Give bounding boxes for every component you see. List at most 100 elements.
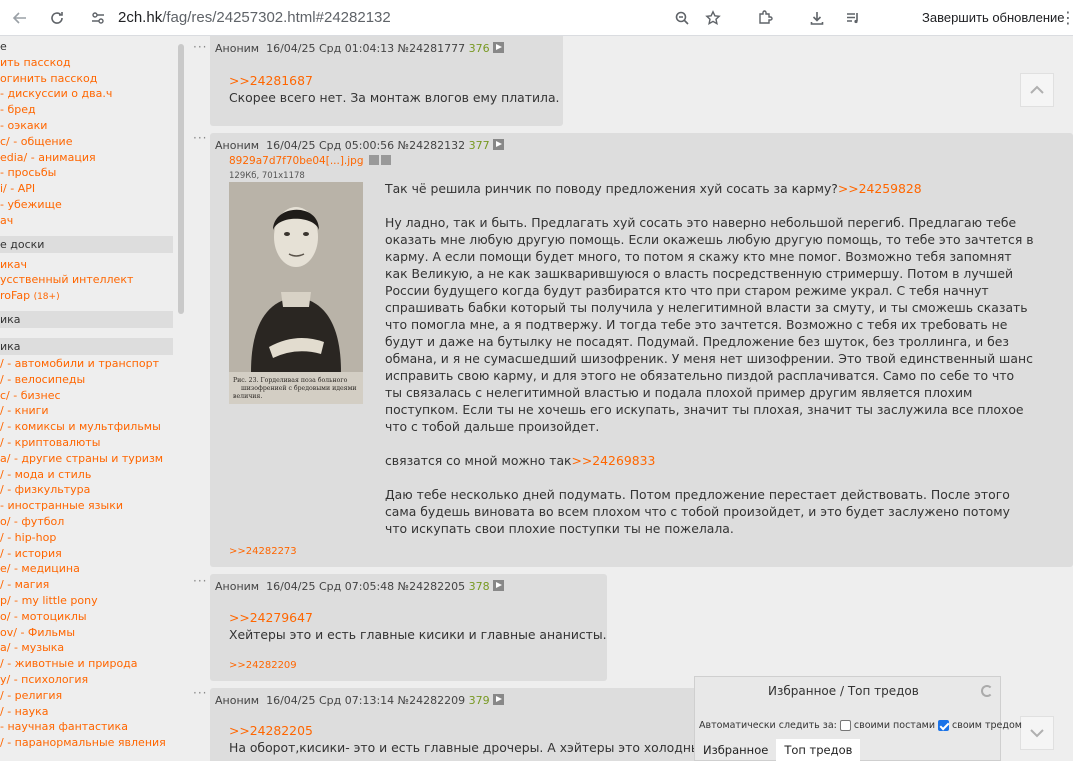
chevron-down-icon <box>1030 729 1044 738</box>
file-link[interactable]: 8929a7d7f70be04[...].jpg <box>229 155 391 167</box>
post-id-link[interactable]: №24281777 <box>398 42 465 55</box>
sidebar-item-top_items[interactable]: огинить пасскод <box>0 72 97 85</box>
tab-favorites[interactable]: Избранное <box>695 739 776 761</box>
sidebar-item-top_items[interactable]: - бред <box>0 103 36 116</box>
chevron-up-icon <box>1030 85 1044 94</box>
post-id-link[interactable]: №24282209 <box>398 694 465 707</box>
post-id-link[interactable]: №24282132 <box>398 139 465 152</box>
sidebar-item-other_items[interactable]: икач <box>0 258 27 271</box>
sidebar-item-top_items[interactable]: - дискуссии о два.ч <box>0 87 112 100</box>
reload-icon[interactable] <box>47 0 67 36</box>
play-icon[interactable] <box>492 694 504 705</box>
sidebar-item-thematic_items[interactable]: / - магия <box>0 578 49 591</box>
sidebar-scrollbar[interactable] <box>178 44 184 314</box>
sidebar-item-thematic_items[interactable]: e/ - медицина <box>0 562 80 575</box>
sidebar-item-top_items[interactable]: - убежище <box>0 198 62 211</box>
auto-watch-row: Автоматически следить за: своими постами… <box>699 720 1022 731</box>
site-settings-icon[interactable] <box>88 0 108 36</box>
post-menu-dots[interactable]: ··· <box>193 686 207 700</box>
sidebar-item-thematic_items[interactable]: p/ - my little pony <box>0 594 98 607</box>
sidebar-item-thematic_items[interactable]: / - автомобили и транспорт <box>0 357 159 370</box>
sidebar-item-top_items[interactable]: i/ - API <box>0 182 35 195</box>
sidebar-item-top_items[interactable]: c/ - общение <box>0 135 72 148</box>
extensions-icon[interactable] <box>755 0 775 36</box>
sidebar-item-thematic_items[interactable]: ov/ - Фильмы <box>0 626 75 639</box>
sidebar-item-thematic_items[interactable]: a/ - музыка <box>0 641 64 654</box>
media-icon[interactable] <box>843 0 863 36</box>
sidebar-item-thematic_items[interactable]: o/ - футбол <box>0 515 64 528</box>
boards-sidebar: е ить пасскод огинить пасскод - дискуссии … <box>0 36 180 761</box>
paragraph: Даю тебе несколько дней подумать. Потом … <box>385 487 1010 536</box>
backlink[interactable]: >>24282273 <box>229 546 297 557</box>
sidebar-item-thematic_items[interactable]: / - мода и стиль <box>0 468 91 481</box>
thumb-caption-line-1: Рис. 23. Горделивая поза больного <box>233 377 348 384</box>
post-menu-dots[interactable]: ··· <box>193 40 207 54</box>
sidebar-item-top_items[interactable]: - просьбы <box>0 166 56 179</box>
favorites-panel: Избранное / Топ тредов Автоматически сле… <box>694 676 1022 761</box>
play-icon[interactable] <box>492 139 504 150</box>
sidebar-section-header[interactable]: ика <box>0 311 173 328</box>
post-header: Аноним 16/04/25 Срд 07:13:14 №24282209 3… <box>215 694 504 707</box>
download-icon[interactable] <box>380 155 391 165</box>
zoom-icon[interactable] <box>672 0 692 36</box>
sidebar-item-thematic_items[interactable]: / - велосипеды <box>0 373 85 386</box>
file-meta: 129Кб, 701x1178 <box>229 171 305 181</box>
search-image-icon[interactable] <box>368 155 379 165</box>
sidebar-item-top_items[interactable]: ить пасскод <box>0 56 71 69</box>
sidebar-item-thematic_items[interactable]: y/ - психология <box>0 673 88 686</box>
sidebar-item-thematic_items[interactable]: / - религия <box>0 689 62 702</box>
post-id-link[interactable]: №24282205 <box>398 580 465 593</box>
sidebar-section-header[interactable]: ика <box>0 338 173 355</box>
sidebar-item-thematic_items[interactable]: / - hip-hop <box>0 531 56 544</box>
scroll-up-button[interactable] <box>1020 73 1054 107</box>
sidebar-item-thematic_items[interactable]: / - паранормальные явления <box>0 736 166 749</box>
sidebar-item-thematic_items[interactable]: o/ - мотоциклы <box>0 610 87 623</box>
download-icon[interactable] <box>807 0 827 36</box>
sidebar-item-thematic_items[interactable]: a/ - другие страны и туризм <box>0 452 163 465</box>
sidebar-item-top_items[interactable]: edia/ - анимация <box>0 151 96 164</box>
star-icon[interactable] <box>703 0 723 36</box>
sidebar-item-top_items[interactable]: е <box>0 40 7 53</box>
back-arrow-icon[interactable] <box>10 0 30 36</box>
play-icon[interactable] <box>492 580 504 591</box>
post-menu-dots[interactable]: ··· <box>193 131 207 145</box>
tab-top-threads[interactable]: Топ тредов <box>776 739 861 761</box>
reply-link[interactable]: >>24282205 <box>229 722 708 739</box>
sidebar-item-other_items[interactable]: усственный интеллект <box>0 273 133 286</box>
sidebar-item-thematic_items[interactable]: - научная фантастика <box>0 720 128 733</box>
post-menu-dots[interactable]: ··· <box>193 574 207 588</box>
reply-link[interactable]: >>24279647 <box>229 609 607 626</box>
sidebar-item-thematic_items[interactable]: / - история <box>0 547 62 560</box>
post-body: >>24281687 Скорее всего нет. За монтаж в… <box>229 72 560 105</box>
browser-toolbar: 2ch.hk/fag/res/24257302.html#24282132 За… <box>0 0 1073 36</box>
reply-link[interactable]: >>24259828 <box>838 181 922 196</box>
sidebar-item-thematic_items[interactable]: / - комиксы и мультфильмы <box>0 420 161 433</box>
reply-link[interactable]: >>24269833 <box>572 453 656 468</box>
sidebar-item-thematic_items[interactable]: / - наука <box>0 705 49 718</box>
finish-update-button[interactable]: Завершить обновление <box>922 10 1065 25</box>
post-image-thumbnail[interactable]: Рис. 23. Горделивая поза больного шизофр… <box>229 182 363 404</box>
sidebar-item-thematic_items[interactable]: / - животные и природа <box>0 657 138 670</box>
age-badge: (18+) <box>33 292 60 303</box>
own-thread-checkbox[interactable] <box>938 720 949 731</box>
sidebar-item-thematic_items[interactable]: c/ - бизнес <box>0 389 61 402</box>
sidebar-item-thematic_items[interactable]: / - книги <box>0 404 49 417</box>
own-posts-checkbox[interactable] <box>839 720 851 731</box>
refresh-icon[interactable] <box>981 685 993 697</box>
sidebar-item-thematic_items[interactable]: / - криптовалюты <box>0 436 100 449</box>
sidebar-item-thematic_items[interactable]: / - физкультура <box>0 483 90 496</box>
sidebar-item-thematic_items[interactable]: - иностранные языки <box>0 499 123 512</box>
sidebar-item-top_items[interactable]: ач <box>0 214 13 227</box>
play-icon[interactable] <box>492 42 504 53</box>
paragraph: связатся со мной можно так>>24269833 <box>385 453 656 468</box>
sidebar-section-header[interactable]: е доски <box>0 235 173 253</box>
address-bar[interactable]: 2ch.hk/fag/res/24257302.html#24282132 <box>118 9 391 26</box>
reply-link[interactable]: >>24281687 <box>229 72 559 89</box>
post-header: Аноним 16/04/25 Срд 01:04:13 №24281777 3… <box>215 42 504 55</box>
kebab-menu-icon[interactable]: ⋮ <box>1060 8 1073 27</box>
scroll-down-button[interactable] <box>1020 716 1054 750</box>
backlink[interactable]: >>24282209 <box>229 660 297 671</box>
sidebar-item-top_items[interactable]: - оэкаки <box>0 119 47 132</box>
sidebar-item-other_items[interactable]: roFap (18+) <box>0 289 60 302</box>
thumb-caption-line-2: шизофренией с бредовыми идеями <box>241 385 357 392</box>
